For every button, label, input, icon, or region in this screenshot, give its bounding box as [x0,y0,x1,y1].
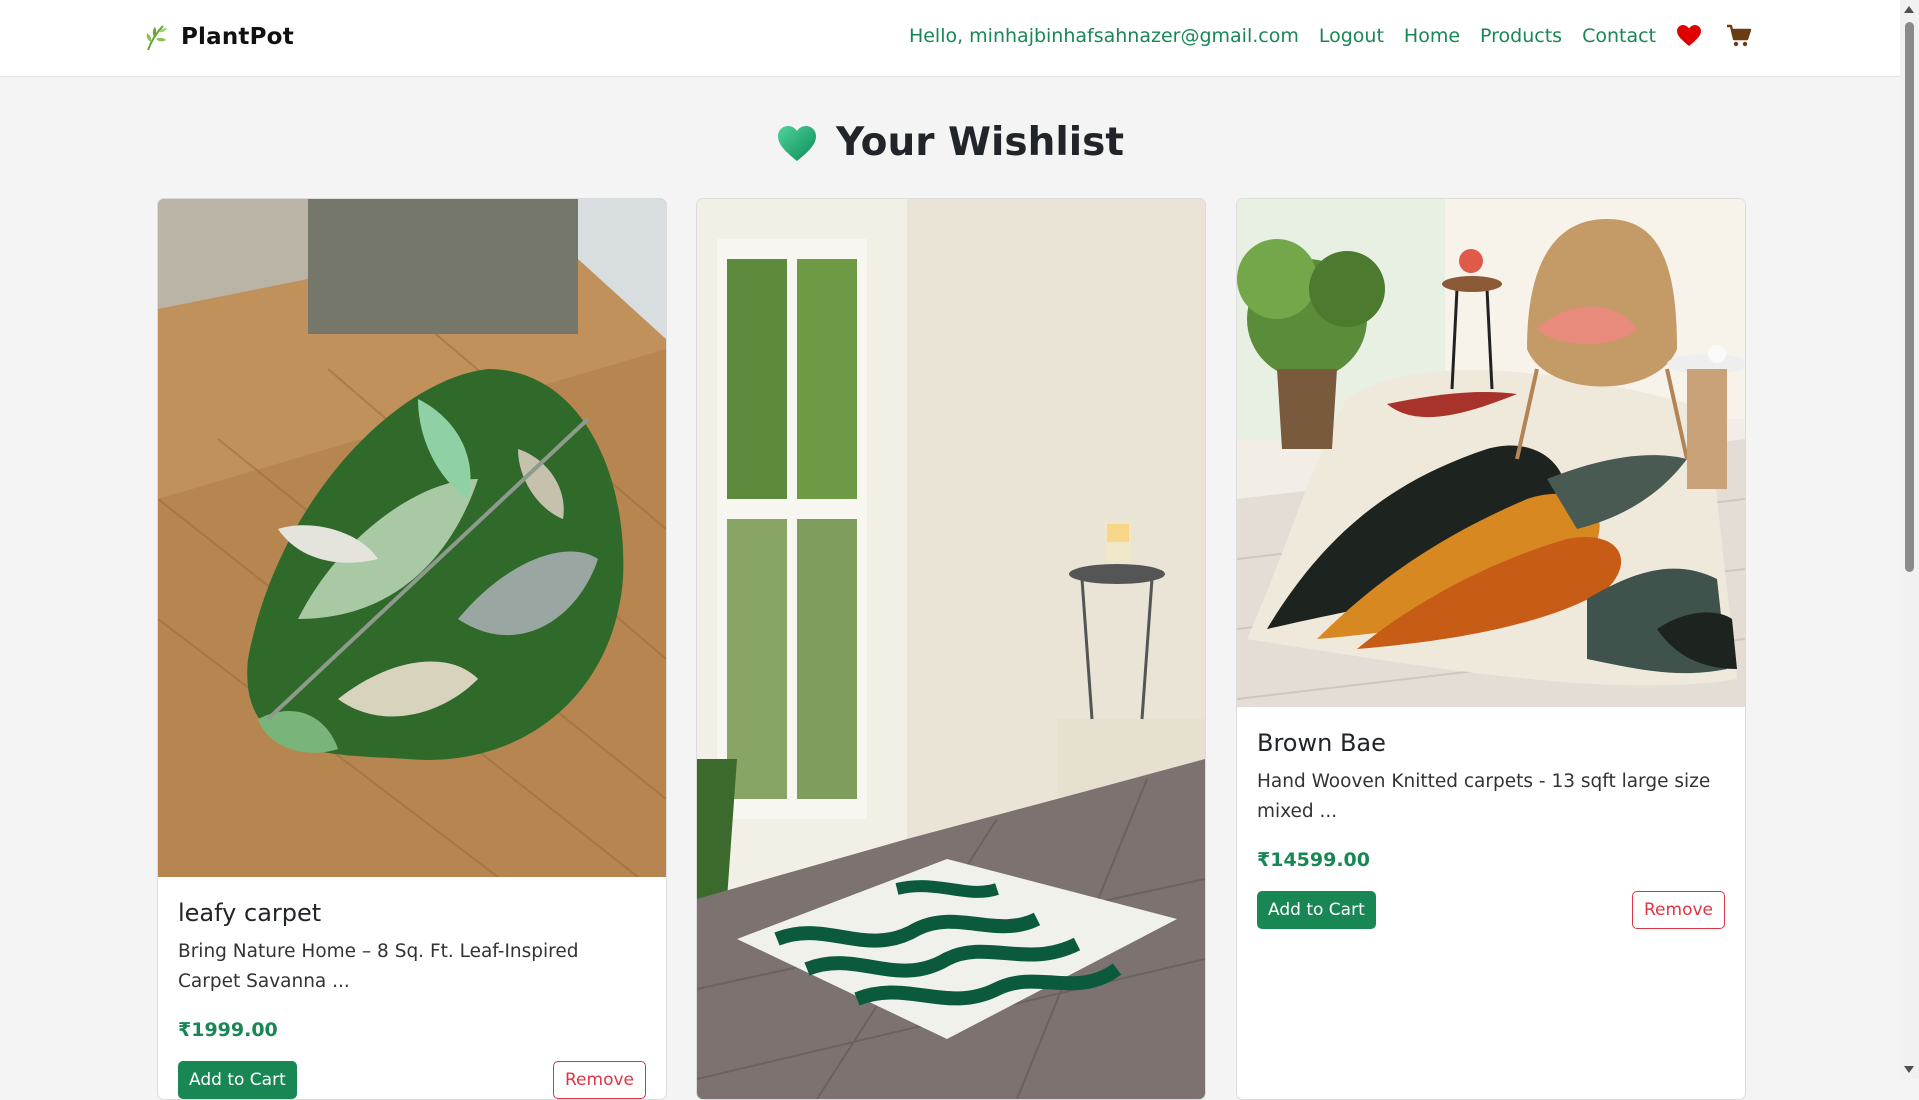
scroll-up-arrow-icon[interactable] [1904,6,1914,13]
green-heart-icon [778,125,816,161]
product-name[interactable]: leafy carpet [178,899,646,927]
card-body: leafy carpet Bring Nature Home – 8 Sq. F… [158,877,666,1099]
remove-button[interactable]: Remove [553,1061,646,1099]
navbar: PlantPot Hello, minhajbinhafsahnazer@gma… [0,0,1900,77]
product-name[interactable]: Brown Bae [1257,729,1725,757]
products-link[interactable]: Products [1480,25,1562,47]
leaf-logo-icon [146,25,167,51]
product-price: ₹1999.00 [178,1019,278,1041]
remove-button[interactable]: Remove [1632,891,1725,929]
product-image[interactable] [1237,199,1745,707]
product-image[interactable] [697,199,1205,1099]
scroll-down-arrow-icon[interactable] [1904,1066,1914,1073]
nav-links: Hello, minhajbinhafsahnazer@gmail.com Lo… [909,24,1752,48]
logout-link[interactable]: Logout [1319,25,1384,47]
wishlist-card [696,198,1206,1100]
user-greeting: Hello, minhajbinhafsahnazer@gmail.com [908,25,1299,47]
home-link[interactable]: Home [1404,25,1460,47]
scrollbar-thumb[interactable] [1905,22,1914,572]
wishlist-card: Brown Bae Hand Wooven Knitted carpets - … [1236,198,1746,1100]
heart-icon[interactable] [1676,24,1702,48]
card-actions: Add to Cart Remove [1257,891,1725,929]
cart-icon[interactable] [1726,24,1752,48]
add-to-cart-button[interactable]: Add to Cart [1257,891,1376,929]
product-description: Hand Wooven Knitted carpets - 13 sqft la… [1257,771,1711,822]
wishlist-card: leafy carpet Bring Nature Home – 8 Sq. F… [157,198,667,1100]
page-title: Your Wishlist [0,120,1900,165]
contact-link[interactable]: Contact [1582,25,1656,47]
card-actions: Add to Cart Remove [178,1061,646,1099]
page-title-text: Your Wishlist [836,120,1124,165]
product-price: ₹14599.00 [1257,849,1370,871]
add-to-cart-button[interactable]: Add to Cart [178,1061,297,1099]
product-image[interactable] [158,199,666,877]
brand-name: PlantPot [181,24,294,50]
card-body: Brown Bae Hand Wooven Knitted carpets - … [1237,707,1745,949]
brand[interactable]: PlantPot [143,22,294,52]
page-scrollbar[interactable] [1900,0,1919,1079]
product-description: Bring Nature Home – 8 Sq. Ft. Leaf-Inspi… [178,941,579,992]
